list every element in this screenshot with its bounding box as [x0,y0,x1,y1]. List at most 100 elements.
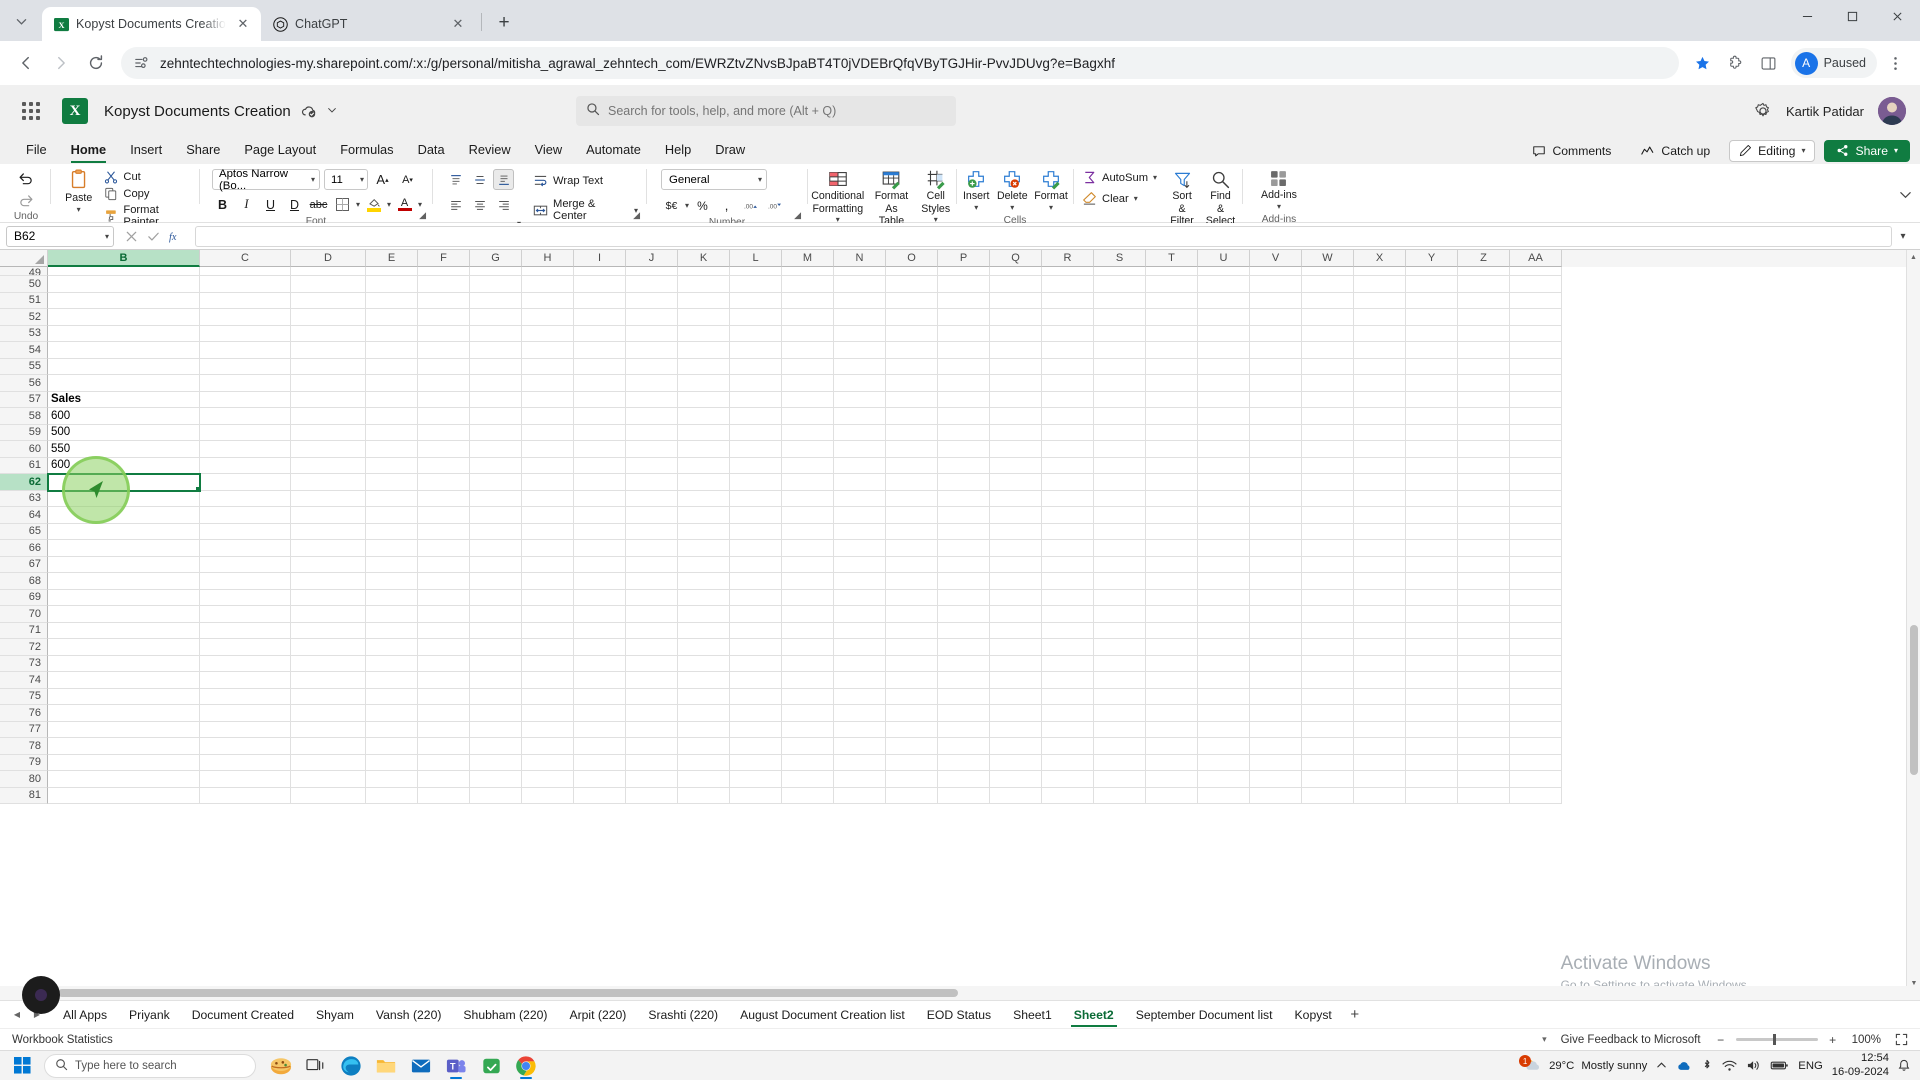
cell-K60[interactable] [678,441,730,458]
cell-S74[interactable] [1094,672,1146,689]
cell-I61[interactable] [574,457,626,474]
cell-U78[interactable] [1198,738,1250,755]
cell-Q51[interactable] [990,292,1042,309]
cell-G80[interactable] [470,771,522,788]
cell-L74[interactable] [730,672,782,689]
cell-G51[interactable] [470,292,522,309]
column-header-O[interactable]: O [886,250,938,267]
grow-font-button[interactable]: A ▴ [372,169,393,190]
cell-Y71[interactable] [1406,622,1458,639]
cell-X53[interactable] [1354,325,1406,342]
bold-button[interactable]: B [212,194,233,215]
cell-I71[interactable] [574,622,626,639]
cell-Z60[interactable] [1458,441,1510,458]
cell-R79[interactable] [1042,754,1094,771]
cell-O58[interactable] [886,408,938,425]
column-header-V[interactable]: V [1250,250,1302,267]
cell-R74[interactable] [1042,672,1094,689]
cell-P71[interactable] [938,622,990,639]
chevron-down-icon[interactable]: ▾ [387,200,391,209]
cell-H71[interactable] [522,622,574,639]
cell-T50[interactable] [1146,276,1198,293]
cell-E76[interactable] [366,705,418,722]
cell-T75[interactable] [1146,688,1198,705]
comments-button[interactable]: Comments [1522,140,1621,162]
cell-E50[interactable] [366,276,418,293]
cell-L73[interactable] [730,655,782,672]
cell-D65[interactable] [291,523,366,540]
cell-T68[interactable] [1146,573,1198,590]
cell-T70[interactable] [1146,606,1198,623]
cell-R52[interactable] [1042,309,1094,326]
cell-T61[interactable] [1146,457,1198,474]
row-header-50[interactable]: 50 [0,276,48,293]
cell-W76[interactable] [1302,705,1354,722]
cell-N49[interactable] [834,267,886,276]
cell-H74[interactable] [522,672,574,689]
cell-G67[interactable] [470,556,522,573]
cell-I58[interactable] [574,408,626,425]
cell-L52[interactable] [730,309,782,326]
cell-W66[interactable] [1302,540,1354,557]
cell-C69[interactable] [200,589,291,606]
cell-U62[interactable] [1198,474,1250,491]
cell-V60[interactable] [1250,441,1302,458]
cell-M62[interactable] [782,474,834,491]
cell-Y78[interactable] [1406,738,1458,755]
cell-B53[interactable] [48,325,200,342]
ribbon-tab-automate[interactable]: Automate [574,139,653,163]
cell-M60[interactable] [782,441,834,458]
cell-AA58[interactable] [1510,408,1562,425]
cell-Y68[interactable] [1406,573,1458,590]
cell-D81[interactable] [291,787,366,804]
workbook-statistics-label[interactable]: Workbook Statistics [12,1034,113,1046]
cell-J71[interactable] [626,622,678,639]
cell-X66[interactable] [1354,540,1406,557]
cell-H55[interactable] [522,358,574,375]
cell-F76[interactable] [418,705,470,722]
cell-G58[interactable] [470,408,522,425]
cell-I78[interactable] [574,738,626,755]
cell-B56[interactable] [48,375,200,392]
cell-O74[interactable] [886,672,938,689]
cell-R59[interactable] [1042,424,1094,441]
cell-Z67[interactable] [1458,556,1510,573]
cell-G56[interactable] [470,375,522,392]
cell-O68[interactable] [886,573,938,590]
cell-H68[interactable] [522,573,574,590]
app-launcher-icon[interactable] [14,94,48,128]
cell-K72[interactable] [678,639,730,656]
cell-G77[interactable] [470,721,522,738]
cell-M69[interactable] [782,589,834,606]
cell-T66[interactable] [1146,540,1198,557]
battery-icon[interactable] [1770,1060,1789,1071]
cell-O81[interactable] [886,787,938,804]
cell-Z62[interactable] [1458,474,1510,491]
cell-M50[interactable] [782,276,834,293]
cell-E78[interactable] [366,738,418,755]
cell-H62[interactable] [522,474,574,491]
cell-W70[interactable] [1302,606,1354,623]
ribbon-tab-page-layout[interactable]: Page Layout [232,139,328,163]
cell-G62[interactable] [470,474,522,491]
cell-X77[interactable] [1354,721,1406,738]
cell-V66[interactable] [1250,540,1302,557]
site-settings-icon[interactable] [134,55,150,71]
new-tab-button[interactable]: + [490,9,518,37]
cell-F55[interactable] [418,358,470,375]
cell-Q72[interactable] [990,639,1042,656]
cell-U58[interactable] [1198,408,1250,425]
cell-F58[interactable] [418,408,470,425]
cell-Q66[interactable] [990,540,1042,557]
cell-V62[interactable] [1250,474,1302,491]
font-color-icon[interactable]: A [394,194,415,215]
cell-G65[interactable] [470,523,522,540]
cell-Z74[interactable] [1458,672,1510,689]
cell-C73[interactable] [200,655,291,672]
cell-E55[interactable] [366,358,418,375]
task-view-icon[interactable] [301,1053,331,1079]
cell-K57[interactable] [678,391,730,408]
cell-K54[interactable] [678,342,730,359]
cell-H53[interactable] [522,325,574,342]
cell-P81[interactable] [938,787,990,804]
